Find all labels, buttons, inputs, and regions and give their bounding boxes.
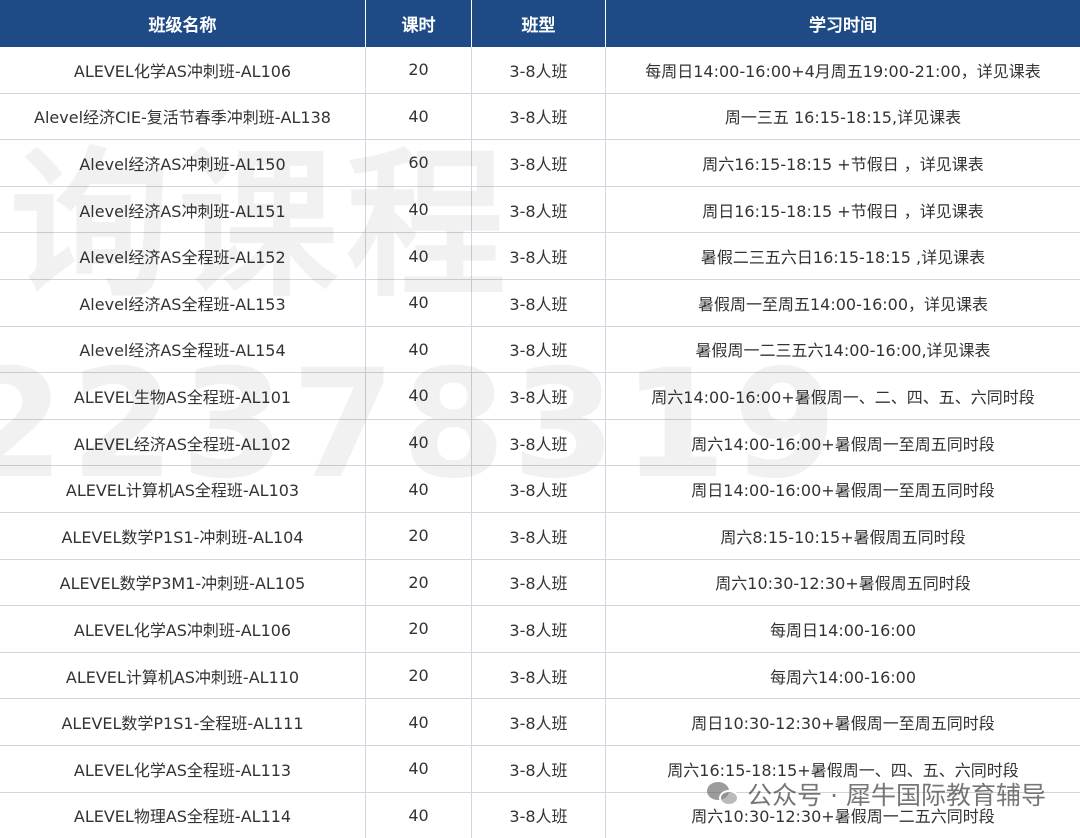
table-row: Alevel经济AS全程班-AL153 40 3-8人班 暑假周一至周五14:00-1… <box>0 279 1080 327</box>
cell-class-name: ALEVEL计算机AS冲刺班-AL110 <box>0 652 366 699</box>
table-row: ALEVEL物理AS全程班-AL114 40 3-8人班 周六10:30-12:30+… <box>0 792 1080 838</box>
cell-study-time: 每周日14:00-16:00+4月周五19:00-21:00，详见课表 <box>645 61 1041 81</box>
cell-study-time: 周六16:15-18:15 +节假日 ，详见课表 <box>702 154 984 174</box>
table-row: ALEVEL数学P1S1-冲刺班-AL104 20 3-8人班 周六8:15-10:1… <box>0 512 1080 560</box>
cell-hours: 20 <box>366 606 472 652</box>
cell-class-type: 3-8人班 <box>472 186 606 233</box>
cell-class-type: 3-8人班 <box>472 512 606 559</box>
cell-class-type: 3-8人班 <box>472 606 606 652</box>
cell-study-time: 每周日14:00-16:00 <box>770 620 916 640</box>
cell-class-name: Alevel经济AS全程班-AL152 <box>0 233 366 279</box>
cell-class-type: 3-8人班 <box>472 373 606 419</box>
cell-class-name: ALEVEL计算机AS全程班-AL103 <box>0 466 366 512</box>
table-row: Alevel经济AS全程班-AL154 40 3-8人班 暑假周一二三五六14:00-… <box>0 326 1080 374</box>
cell-study-time: 周日10:30-12:30+暑假周一至周五同时段 <box>691 714 995 734</box>
table-row: ALEVEL数学P3M1-冲刺班-AL105 20 3-8人班 周六10:30-12:… <box>0 559 1080 607</box>
table-row: ALEVEL计算机AS全程班-AL103 40 3-8人班 周日14:00-16:00… <box>0 466 1080 513</box>
cell-class-type: 3-8人班 <box>472 140 606 186</box>
table-row: Alevel经济CIE-复活节春季冲刺班-AL138 40 3-8人班 周一三五 16… <box>0 93 1080 141</box>
cell-class-type: 3-8人班 <box>472 745 606 792</box>
cell-class-type: 3-8人班 <box>472 792 606 838</box>
table-row: ALEVEL生物AS全程班-AL101 40 3-8人班 周六14:00-16:00+… <box>0 373 1080 420</box>
cell-hours: 40 <box>366 279 472 326</box>
cell-class-type: 3-8人班 <box>472 326 606 373</box>
table-row: ALEVEL经济AS全程班-AL102 40 3-8人班 周六14:00-16:00+… <box>0 419 1080 467</box>
cell-hours: 20 <box>366 512 472 559</box>
table-body: ALEVEL化学AS冲刺班-AL106 20 3-8人班 每周日14:00-16:00… <box>0 47 1080 838</box>
cell-study-time: 暑假二三五六日16:15-18:15 ,详见课表 <box>700 248 986 268</box>
header-hours: 课时 <box>366 0 472 47</box>
header-class-type: 班型 <box>472 0 606 47</box>
cell-study-time: 周六10:30-12:30+暑假周五同时段 <box>715 574 971 594</box>
cell-hours: 20 <box>366 47 472 93</box>
cell-class-name: ALEVEL经济AS全程班-AL102 <box>0 419 366 466</box>
cell-hours: 20 <box>366 652 472 699</box>
table-row: ALEVEL计算机AS冲刺班-AL110 20 3-8人班 每周六14:00-16:0… <box>0 652 1080 700</box>
cell-class-name: ALEVEL化学AS冲刺班-AL106 <box>0 606 366 652</box>
cell-class-type: 3-8人班 <box>472 93 606 140</box>
cell-hours: 40 <box>366 745 472 792</box>
cell-study-time: 周六14:00-16:00+暑假周一、二、四、五、六同时段 <box>651 387 1035 407</box>
cell-hours: 40 <box>366 186 472 233</box>
cell-hours: 40 <box>366 326 472 373</box>
cell-hours: 40 <box>366 792 472 838</box>
table-row: Alevel经济AS冲刺班-AL151 40 3-8人班 周日16:15-18:15 … <box>0 186 1080 234</box>
cell-hours: 40 <box>366 93 472 140</box>
cell-hours: 40 <box>366 466 472 512</box>
table-row: ALEVEL化学AS冲刺班-AL106 20 3-8人班 每周日14:00-16:00 <box>0 606 1080 653</box>
cell-study-time: 周六14:00-16:00+暑假周一至周五同时段 <box>691 434 995 454</box>
table-row: ALEVEL数学P1S1-全程班-AL111 40 3-8人班 周日10:30-12:… <box>0 699 1080 746</box>
header-class-name: 班级名称 <box>0 0 366 47</box>
cell-hours: 40 <box>366 233 472 279</box>
cell-class-name: ALEVEL物理AS全程班-AL114 <box>0 792 366 838</box>
cell-class-name: ALEVEL化学AS冲刺班-AL106 <box>0 47 366 93</box>
cell-class-type: 3-8人班 <box>472 279 606 326</box>
cell-class-name: ALEVEL数学P3M1-冲刺班-AL105 <box>0 559 366 606</box>
cell-class-type: 3-8人班 <box>472 652 606 699</box>
course-schedule-table: 班级名称 课时 班型 学习时间 ALEVEL化学AS冲刺班-AL106 20 3-8… <box>0 0 1080 838</box>
cell-class-name: ALEVEL化学AS全程班-AL113 <box>0 745 366 792</box>
cell-study-time: 暑假周一至周五14:00-16:00，详见课表 <box>698 294 988 314</box>
cell-class-type: 3-8人班 <box>472 466 606 512</box>
cell-class-name: Alevel经济AS冲刺班-AL151 <box>0 186 366 233</box>
cell-class-type: 3-8人班 <box>472 233 606 279</box>
table-row: Alevel经济AS冲刺班-AL150 60 3-8人班 周六16:15-18:15 … <box>0 140 1080 187</box>
header-study-time: 学习时间 <box>809 16 877 36</box>
cell-study-time: 周日16:15-18:15 +节假日 ，详见课表 <box>702 201 984 221</box>
table-row: ALEVEL化学AS冲刺班-AL106 20 3-8人班 每周日14:00-16:00… <box>0 47 1080 94</box>
cell-class-type: 3-8人班 <box>472 559 606 606</box>
cell-hours: 40 <box>366 699 472 745</box>
cell-hours: 40 <box>366 419 472 466</box>
table-header-row: 班级名称 课时 班型 学习时间 <box>0 0 1080 47</box>
cell-hours: 20 <box>366 559 472 606</box>
cell-class-type: 3-8人班 <box>472 47 606 93</box>
cell-study-time: 周六16:15-18:15+暑假周一、四、五、六同时段 <box>667 760 1019 780</box>
cell-hours: 40 <box>366 373 472 419</box>
cell-study-time: 每周六14:00-16:00 <box>770 667 916 687</box>
cell-hours: 60 <box>366 140 472 186</box>
cell-class-name: ALEVEL数学P1S1-冲刺班-AL104 <box>0 512 366 559</box>
cell-class-name: Alevel经济CIE-复活节春季冲刺班-AL138 <box>0 93 366 140</box>
cell-class-name: ALEVEL生物AS全程班-AL101 <box>0 373 366 419</box>
cell-study-time: 周日14:00-16:00+暑假周一至周五同时段 <box>691 481 995 501</box>
cell-class-type: 3-8人班 <box>472 699 606 745</box>
cell-class-name: ALEVEL数学P1S1-全程班-AL111 <box>0 699 366 745</box>
table-row: ALEVEL化学AS全程班-AL113 40 3-8人班 周六16:15-18:15+… <box>0 745 1080 793</box>
cell-class-name: Alevel经济AS全程班-AL153 <box>0 279 366 326</box>
cell-study-time: 周一三五 16:15-18:15,详见课表 <box>724 108 962 128</box>
table-row: Alevel经济AS全程班-AL152 40 3-8人班 暑假二三五六日16:15-1… <box>0 233 1080 280</box>
cell-class-name: Alevel经济AS冲刺班-AL150 <box>0 140 366 186</box>
cell-class-type: 3-8人班 <box>472 419 606 466</box>
cell-study-time: 周六10:30-12:30+暑假周一二五六同时段 <box>691 807 995 827</box>
cell-class-name: Alevel经济AS全程班-AL154 <box>0 326 366 373</box>
cell-study-time: 周六8:15-10:15+暑假周五同时段 <box>720 527 966 547</box>
cell-study-time: 暑假周一二三五六14:00-16:00,详见课表 <box>695 341 991 361</box>
